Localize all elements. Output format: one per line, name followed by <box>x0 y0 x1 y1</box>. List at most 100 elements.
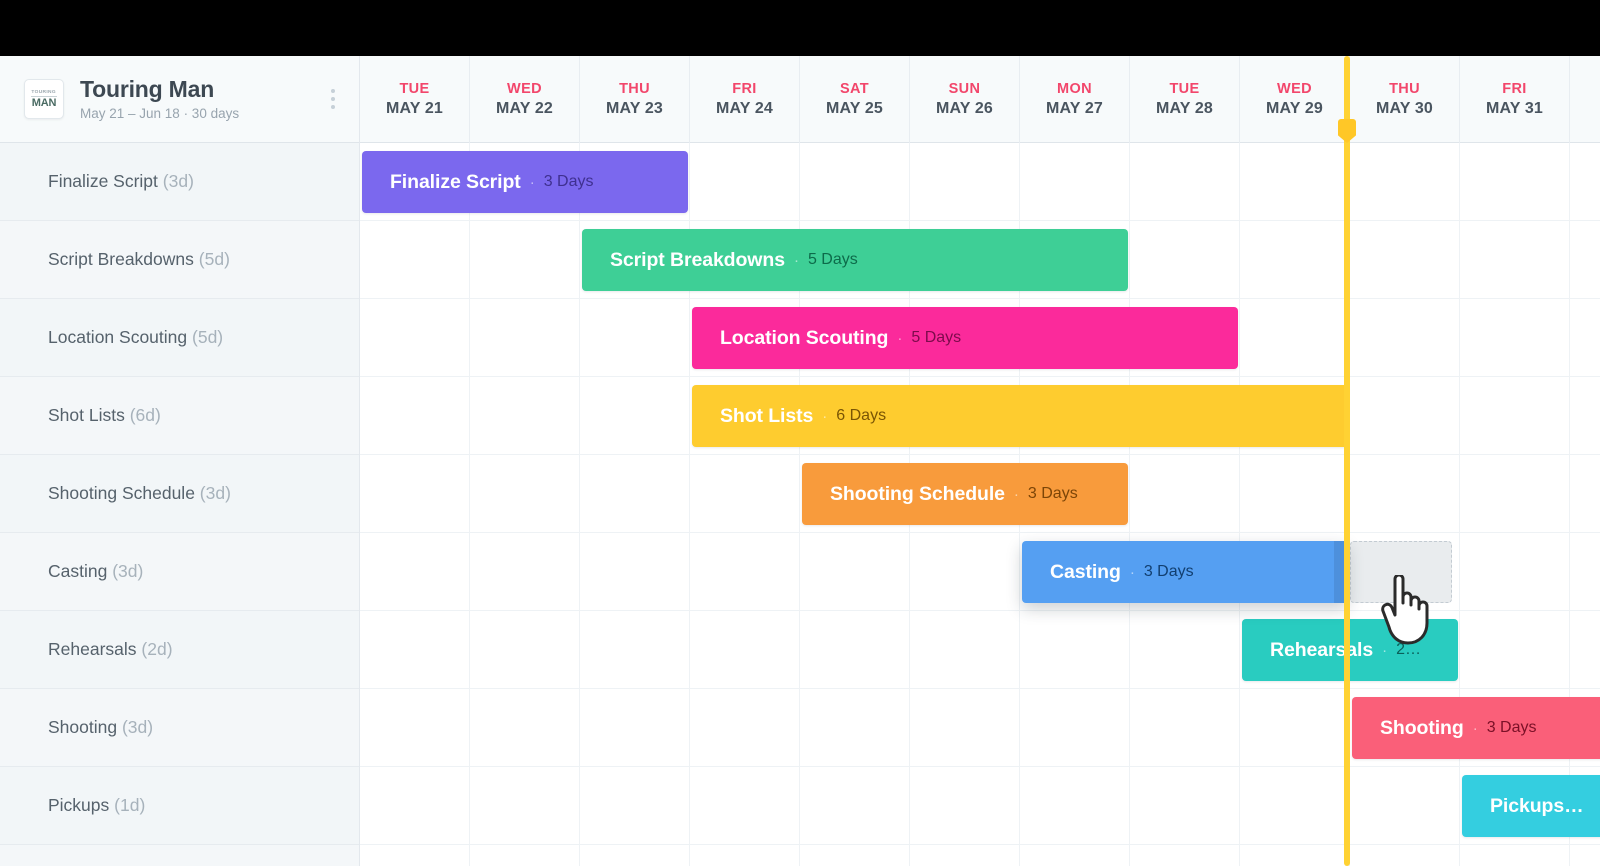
date-header-cell[interactable]: SUN MAY 26 <box>910 56 1020 143</box>
project-logo-icon: TOURING MAN <box>24 79 64 119</box>
task-bar[interactable]: Casting · 3 Days <box>1022 541 1348 603</box>
task-duration-short: (5d) <box>192 327 224 347</box>
task-bar-title: Shooting Schedule <box>830 482 1005 505</box>
page-title: Touring Man <box>80 75 215 102</box>
task-bar-title: Shot Lists <box>720 404 814 427</box>
day-of-week-label: FRI <box>732 81 757 97</box>
task-name-label: Pickups (1d) <box>48 795 145 816</box>
task-row[interactable]: Casting (3d) <box>0 533 359 611</box>
task-name-label: Rehearsals (2d) <box>48 639 173 660</box>
date-header-cell[interactable]: THU MAY 23 <box>580 56 690 143</box>
task-bar[interactable]: Shooting Schedule · 3 Days <box>802 463 1128 525</box>
task-duration-short: (6d) <box>129 405 161 425</box>
task-bar-separator: · <box>897 329 903 347</box>
task-duration-short: (3d) <box>121 717 154 737</box>
date-header-cell[interactable]: WED MAY 29 <box>1240 56 1350 143</box>
timeline-panel: TUE MAY 21 WED MAY 22 THU MAY 23 FRI MAY 24 SAT M… <box>360 56 1600 866</box>
task-bar[interactable]: Rehearsals · 2… <box>1242 619 1458 681</box>
task-bar[interactable]: Pickups… <box>1462 775 1600 837</box>
task-row[interactable]: Shooting (3d) <box>0 689 359 767</box>
task-title: Location Scouting <box>48 327 188 347</box>
date-header-cell[interactable]: FRI MAY 31 <box>1460 56 1570 143</box>
task-name-label: Shooting (3d) <box>48 717 153 738</box>
task-row[interactable]: Shooting Schedule (3d) <box>0 455 359 533</box>
date-label: MAY 29 <box>1266 100 1323 117</box>
task-title: Shot Lists <box>48 405 125 425</box>
task-bar[interactable]: Shot Lists · 6 Days <box>692 385 1348 447</box>
task-bar-duration: 5 Days <box>807 251 858 268</box>
date-label: MAY 31 <box>1486 100 1543 117</box>
today-marker-line <box>1344 56 1350 866</box>
task-bar-separator: · <box>1472 719 1478 737</box>
task-bar-duration: 5 Days <box>911 329 962 346</box>
date-label: MAY 30 <box>1376 100 1433 117</box>
day-of-week-label: THU <box>619 81 650 97</box>
date-label: MAY 25 <box>826 100 883 117</box>
date-label: MAY 27 <box>1046 100 1103 117</box>
task-duration-short: (5d) <box>198 249 230 269</box>
task-bar-duration: 3 Days <box>1027 485 1078 502</box>
task-row[interactable]: Location Scouting (5d) <box>0 299 359 377</box>
date-header-row: TUE MAY 21 WED MAY 22 THU MAY 23 FRI MAY 24 SAT M… <box>360 56 1600 143</box>
task-bars-layer: Finalize Script · 3 Days Script Breakdowns ·… <box>360 143 1600 866</box>
task-title: Rehearsals <box>48 639 137 659</box>
task-bar-title: Finalize Script <box>390 170 521 193</box>
day-of-week-label: FRI <box>1502 81 1527 97</box>
date-label: MAY 21 <box>386 100 443 117</box>
day-of-week-label: MON <box>1057 81 1092 97</box>
date-header-cell[interactable]: MON MAY 27 <box>1020 56 1130 143</box>
task-bar-duration: 2… <box>1396 641 1421 658</box>
task-row[interactable]: Finalize Script (3d) <box>0 143 359 221</box>
task-title: Casting <box>48 561 108 581</box>
task-name-label: Casting (3d) <box>48 561 143 582</box>
day-of-week-label: TUE <box>399 81 430 97</box>
task-row[interactable]: Shot Lists (6d) <box>0 377 359 455</box>
project-overflow-menu-icon[interactable] <box>323 82 343 116</box>
task-bar[interactable]: Script Breakdowns · 5 Days <box>582 229 1128 291</box>
task-bar-title: Pickups… <box>1490 794 1584 817</box>
task-bar-duration: 6 Days <box>836 407 887 424</box>
kebab-dot <box>331 89 335 93</box>
kebab-dot <box>331 105 335 109</box>
task-bar[interactable]: Location Scouting · 5 Days <box>692 307 1238 369</box>
task-row[interactable]: Rehearsals (2d) <box>0 611 359 689</box>
task-bar-title: Rehearsals <box>1270 638 1374 661</box>
project-date-range: May 21 – Jun 18 · 30 days <box>80 105 240 121</box>
task-bar-title: Location Scouting <box>720 326 889 349</box>
project-header: TOURING MAN Touring Man May 21 – Jun 18 … <box>0 56 359 143</box>
gantt-app: TOURING MAN Touring Man May 21 – Jun 18 … <box>0 0 1600 866</box>
task-bar-duration: 3 Days <box>543 173 594 190</box>
task-name-list: Finalize Script (3d) Script Breakdowns (5… <box>0 143 359 866</box>
day-of-week-label: SAT <box>840 81 869 97</box>
task-bar-separator: · <box>822 407 828 425</box>
date-header-cell[interactable]: TUE MAY 21 <box>360 56 470 143</box>
day-of-week-label: SUN <box>948 81 981 97</box>
task-bar-separator: · <box>529 173 535 191</box>
date-label: MAY 26 <box>936 100 993 117</box>
date-label: MAY 28 <box>1156 100 1213 117</box>
task-bar-separator: · <box>1129 563 1135 581</box>
task-name-label: Shooting Schedule (3d) <box>48 483 231 504</box>
task-title: Shooting <box>48 717 118 737</box>
logo-line-1: TOURING <box>31 89 57 94</box>
task-duration-short: (3d) <box>112 561 144 581</box>
task-bar[interactable]: Shooting · 3 Days <box>1352 697 1600 759</box>
date-header-cell[interactable]: THU MAY 30 <box>1350 56 1460 143</box>
date-label: MAY 23 <box>606 100 663 117</box>
logo-line-2: MAN <box>31 97 57 109</box>
task-bar-title: Shooting <box>1380 716 1464 739</box>
date-header-cell[interactable]: SAT MAY 25 <box>800 56 910 143</box>
date-header-cell[interactable]: WED MAY 22 <box>470 56 580 143</box>
task-bar[interactable]: Finalize Script · 3 Days <box>362 151 688 213</box>
task-name-label: Finalize Script (3d) <box>48 171 194 192</box>
date-header-cell[interactable]: TUE MAY 28 <box>1130 56 1240 143</box>
task-name-label: Shot Lists (6d) <box>48 405 161 426</box>
task-row[interactable]: Pickups (1d) <box>0 767 359 845</box>
day-of-week-label: WED <box>507 81 542 97</box>
date-header-cell[interactable]: FRI MAY 24 <box>690 56 800 143</box>
task-bar-separator: · <box>793 251 799 269</box>
task-duration-short: (3d) <box>199 483 231 503</box>
task-row[interactable]: Script Breakdowns (5d) <box>0 221 359 299</box>
gantt-board: TOURING MAN Touring Man May 21 – Jun 18 … <box>0 56 1600 866</box>
task-bar-duration: 3 Days <box>1486 719 1537 736</box>
